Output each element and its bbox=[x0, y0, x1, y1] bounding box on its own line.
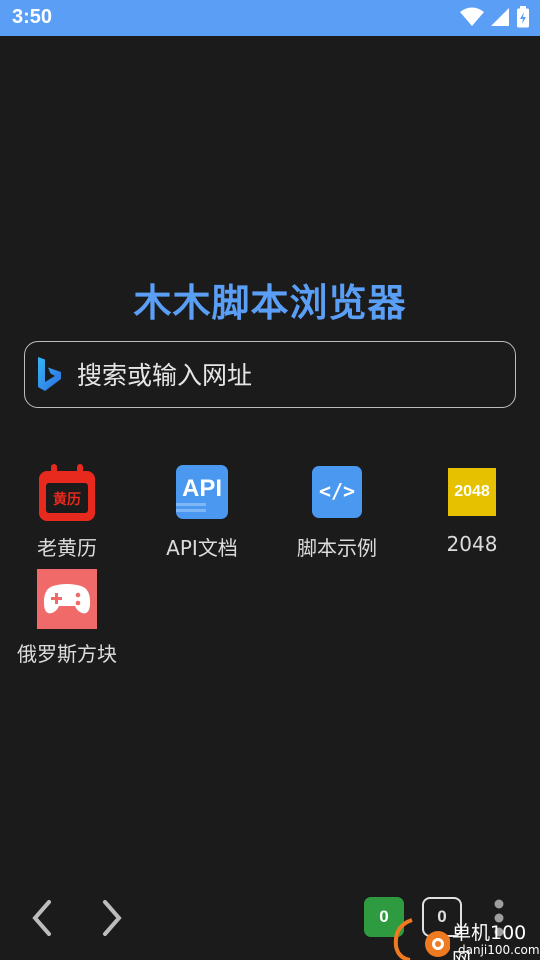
bing-icon bbox=[38, 357, 61, 391]
battery-charging-icon bbox=[517, 6, 529, 28]
api-doc-icon: API bbox=[172, 463, 232, 523]
shortcut-label: 老黄历 bbox=[37, 536, 97, 560]
watermark-line2: danji100.com bbox=[458, 943, 540, 957]
watermark-logo-icon bbox=[393, 918, 450, 960]
shortcut-label: 2048 bbox=[446, 532, 498, 556]
status-icons bbox=[460, 6, 530, 28]
code-icon: </> bbox=[307, 463, 367, 523]
shortcut-huangli[interactable]: 黄历 老黄历 bbox=[2, 463, 132, 561]
shortcut-label: API文档 bbox=[166, 536, 238, 560]
game-2048-icon-text: 2048 bbox=[454, 483, 490, 500]
game-2048-icon: 2048 bbox=[442, 463, 502, 523]
status-time: 3:50 bbox=[12, 6, 53, 28]
app-title: 木木脚本浏览器 bbox=[133, 281, 407, 325]
watermark: 单机100网 danji100.com bbox=[390, 916, 540, 960]
search-input[interactable] bbox=[77, 356, 497, 394]
api-doc-icon-text: API bbox=[181, 475, 222, 502]
code-icon-text: </> bbox=[318, 479, 356, 503]
gamepad-icon bbox=[37, 569, 97, 629]
shortcut-tetris[interactable]: 俄罗斯方块 bbox=[2, 569, 132, 667]
shortcut-script-examples[interactable]: </> 脚本示例 bbox=[272, 463, 402, 561]
wifi-icon bbox=[460, 7, 484, 26]
cell-signal-icon bbox=[491, 8, 509, 26]
calendar-icon-text: 黄历 bbox=[53, 492, 81, 508]
shortcut-label: 俄罗斯方块 bbox=[17, 642, 117, 666]
shortcut-label: 脚本示例 bbox=[297, 536, 377, 560]
chevron-right-icon[interactable] bbox=[96, 898, 126, 938]
browser-home-screen: 3:50 木木脚本浏览器 搜索或输入网址 黄历 老黄历 API API文档 </… bbox=[0, 0, 540, 960]
shortcut-2048[interactable]: 2048 2048 bbox=[407, 463, 537, 556]
chevron-left-icon[interactable] bbox=[28, 898, 58, 938]
search-box[interactable] bbox=[24, 341, 516, 408]
status-bar: 3:50 bbox=[0, 0, 540, 36]
shortcut-api-doc[interactable]: API API文档 bbox=[137, 463, 267, 561]
calendar-icon: 黄历 bbox=[37, 463, 97, 523]
